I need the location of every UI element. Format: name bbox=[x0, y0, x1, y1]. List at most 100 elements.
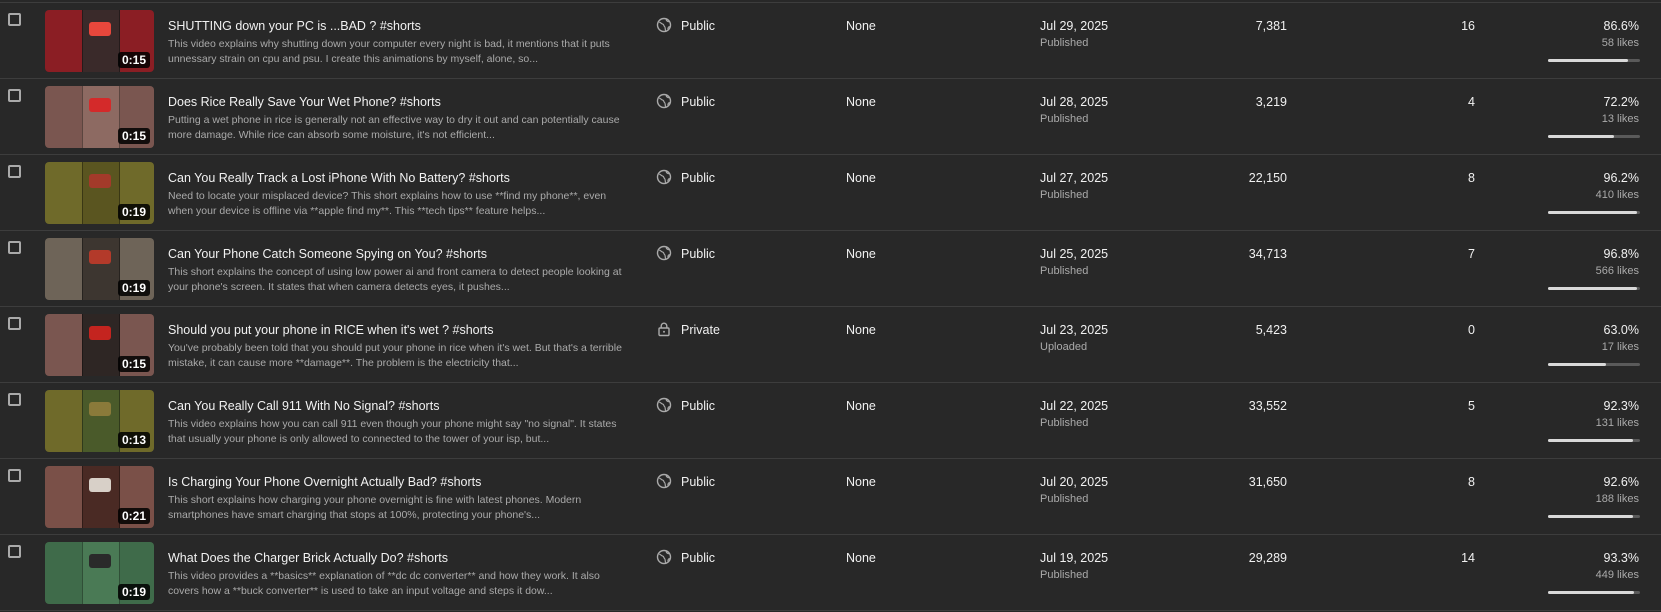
video-description: This short explains the concept of using… bbox=[168, 266, 622, 293]
comments-value: 4 bbox=[1468, 95, 1475, 109]
duration-badge: 0:19 bbox=[117, 584, 150, 600]
date-value: Jul 28, 2025 bbox=[1040, 95, 1109, 109]
thumbnail-frame bbox=[82, 542, 120, 604]
likes-percentage: 92.3% bbox=[1603, 399, 1639, 413]
likes-ratio-bar bbox=[1548, 591, 1640, 594]
video-title[interactable]: Should you put your phone in RICE when i… bbox=[168, 323, 628, 337]
views-value: 29,289 bbox=[1248, 551, 1287, 565]
duration-badge: 0:15 bbox=[117, 52, 150, 68]
comments-value: 0 bbox=[1468, 323, 1475, 337]
likes-ratio-fill bbox=[1548, 515, 1634, 518]
table-row[interactable]: 0:19 Can Your Phone Catch Someone Spying… bbox=[0, 231, 1661, 307]
thumbnail-graphic bbox=[89, 250, 111, 264]
visibility-dropdown[interactable]: Public bbox=[681, 399, 715, 413]
comments-value: 14 bbox=[1461, 551, 1475, 565]
thumbnail-frame bbox=[82, 162, 120, 224]
video-thumbnail[interactable]: 0:21 bbox=[45, 466, 154, 528]
date-status: Published bbox=[1040, 113, 1089, 125]
video-title[interactable]: Can You Really Call 911 With No Signal? … bbox=[168, 399, 628, 413]
video-title[interactable]: Can You Really Track a Lost iPhone With … bbox=[168, 171, 628, 185]
likes-ratio-bar bbox=[1548, 211, 1640, 214]
visibility-dropdown[interactable]: Public bbox=[681, 551, 715, 565]
views-value: 7,381 bbox=[1255, 19, 1287, 33]
video-thumbnail[interactable]: 0:15 bbox=[45, 314, 154, 376]
likes-ratio-fill bbox=[1548, 211, 1637, 214]
video-thumbnail[interactable]: 0:13 bbox=[45, 390, 154, 452]
date-status: Published bbox=[1040, 493, 1089, 505]
thumbnail-frame bbox=[82, 86, 120, 148]
video-title[interactable]: SHUTTING down your PC is ...BAD ? #short… bbox=[168, 19, 628, 33]
video-title[interactable]: Does Rice Really Save Your Wet Phone? #s… bbox=[168, 95, 628, 109]
thumbnail-graphic bbox=[89, 22, 111, 36]
likes-count: 13 likes bbox=[1601, 113, 1639, 125]
globe-icon bbox=[656, 473, 672, 489]
globe-icon bbox=[656, 549, 672, 565]
lock-icon bbox=[656, 321, 672, 337]
table-row[interactable]: 0:21 Is Charging Your Phone Overnight Ac… bbox=[0, 459, 1661, 535]
row-checkbox[interactable] bbox=[8, 241, 21, 254]
restrictions-value: None bbox=[846, 247, 876, 261]
table-row[interactable]: 0:13 Can You Really Call 911 With No Sig… bbox=[0, 383, 1661, 459]
likes-percentage: 96.2% bbox=[1603, 171, 1639, 185]
likes-ratio-bar bbox=[1548, 135, 1640, 138]
likes-ratio-fill bbox=[1548, 363, 1606, 366]
restrictions-value: None bbox=[846, 95, 876, 109]
table-row[interactable]: 0:15 Does Rice Really Save Your Wet Phon… bbox=[0, 79, 1661, 155]
video-thumbnail[interactable]: 0:19 bbox=[45, 238, 154, 300]
video-title[interactable]: Is Charging Your Phone Overnight Actuall… bbox=[168, 475, 628, 489]
table-row[interactable]: 0:15 SHUTTING down your PC is ...BAD ? #… bbox=[0, 3, 1661, 79]
duration-badge: 0:21 bbox=[117, 508, 150, 524]
date-value: Jul 27, 2025 bbox=[1040, 171, 1109, 185]
video-thumbnail[interactable]: 0:19 bbox=[45, 162, 154, 224]
likes-ratio-fill bbox=[1548, 287, 1638, 290]
visibility-dropdown[interactable]: Public bbox=[681, 19, 715, 33]
visibility-dropdown[interactable]: Public bbox=[681, 247, 715, 261]
restrictions-value: None bbox=[846, 399, 876, 413]
date-value: Jul 22, 2025 bbox=[1040, 399, 1109, 413]
views-value: 3,219 bbox=[1255, 95, 1287, 109]
visibility-dropdown[interactable]: Public bbox=[681, 95, 715, 109]
comments-value: 16 bbox=[1461, 19, 1475, 33]
video-thumbnail[interactable]: 0:19 bbox=[45, 542, 154, 604]
duration-badge: 0:15 bbox=[117, 128, 150, 144]
likes-percentage: 86.6% bbox=[1603, 19, 1639, 33]
comments-value: 8 bbox=[1468, 475, 1475, 489]
table-row[interactable]: 0:19 What Does the Charger Brick Actuall… bbox=[0, 535, 1661, 611]
likes-ratio-fill bbox=[1548, 59, 1628, 62]
table-row[interactable]: 0:15 Should you put your phone in RICE w… bbox=[0, 307, 1661, 383]
thumbnail-graphic bbox=[89, 554, 111, 568]
comments-value: 5 bbox=[1468, 399, 1475, 413]
visibility-dropdown[interactable]: Public bbox=[681, 475, 715, 489]
likes-percentage: 96.8% bbox=[1603, 247, 1639, 261]
globe-icon bbox=[656, 397, 672, 413]
row-checkbox[interactable] bbox=[8, 469, 21, 482]
date-status: Published bbox=[1040, 417, 1089, 429]
row-checkbox[interactable] bbox=[8, 13, 21, 26]
row-checkbox[interactable] bbox=[8, 165, 21, 178]
visibility-dropdown[interactable]: Private bbox=[681, 323, 720, 337]
video-thumbnail[interactable]: 0:15 bbox=[45, 86, 154, 148]
date-value: Jul 19, 2025 bbox=[1040, 551, 1109, 565]
video-title[interactable]: Can Your Phone Catch Someone Spying on Y… bbox=[168, 247, 628, 261]
likes-ratio-bar bbox=[1548, 287, 1640, 290]
likes-count: 188 likes bbox=[1595, 493, 1639, 505]
thumbnail-graphic bbox=[89, 98, 111, 112]
likes-percentage: 93.3% bbox=[1603, 551, 1639, 565]
row-checkbox[interactable] bbox=[8, 393, 21, 406]
date-value: Jul 23, 2025 bbox=[1040, 323, 1109, 337]
date-status: Published bbox=[1040, 189, 1089, 201]
likes-ratio-bar bbox=[1548, 59, 1640, 62]
globe-icon bbox=[656, 93, 672, 109]
video-title[interactable]: What Does the Charger Brick Actually Do?… bbox=[168, 551, 628, 565]
visibility-dropdown[interactable]: Public bbox=[681, 171, 715, 185]
table-row[interactable]: 0:19 Can You Really Track a Lost iPhone … bbox=[0, 155, 1661, 231]
row-checkbox[interactable] bbox=[8, 545, 21, 558]
row-checkbox[interactable] bbox=[8, 89, 21, 102]
row-checkbox[interactable] bbox=[8, 317, 21, 330]
likes-ratio-fill bbox=[1548, 439, 1633, 442]
likes-count: 17 likes bbox=[1601, 341, 1639, 353]
likes-count: 131 likes bbox=[1595, 417, 1639, 429]
date-status: Uploaded bbox=[1040, 341, 1088, 353]
video-thumbnail[interactable]: 0:15 bbox=[45, 10, 154, 72]
duration-badge: 0:19 bbox=[117, 204, 150, 220]
